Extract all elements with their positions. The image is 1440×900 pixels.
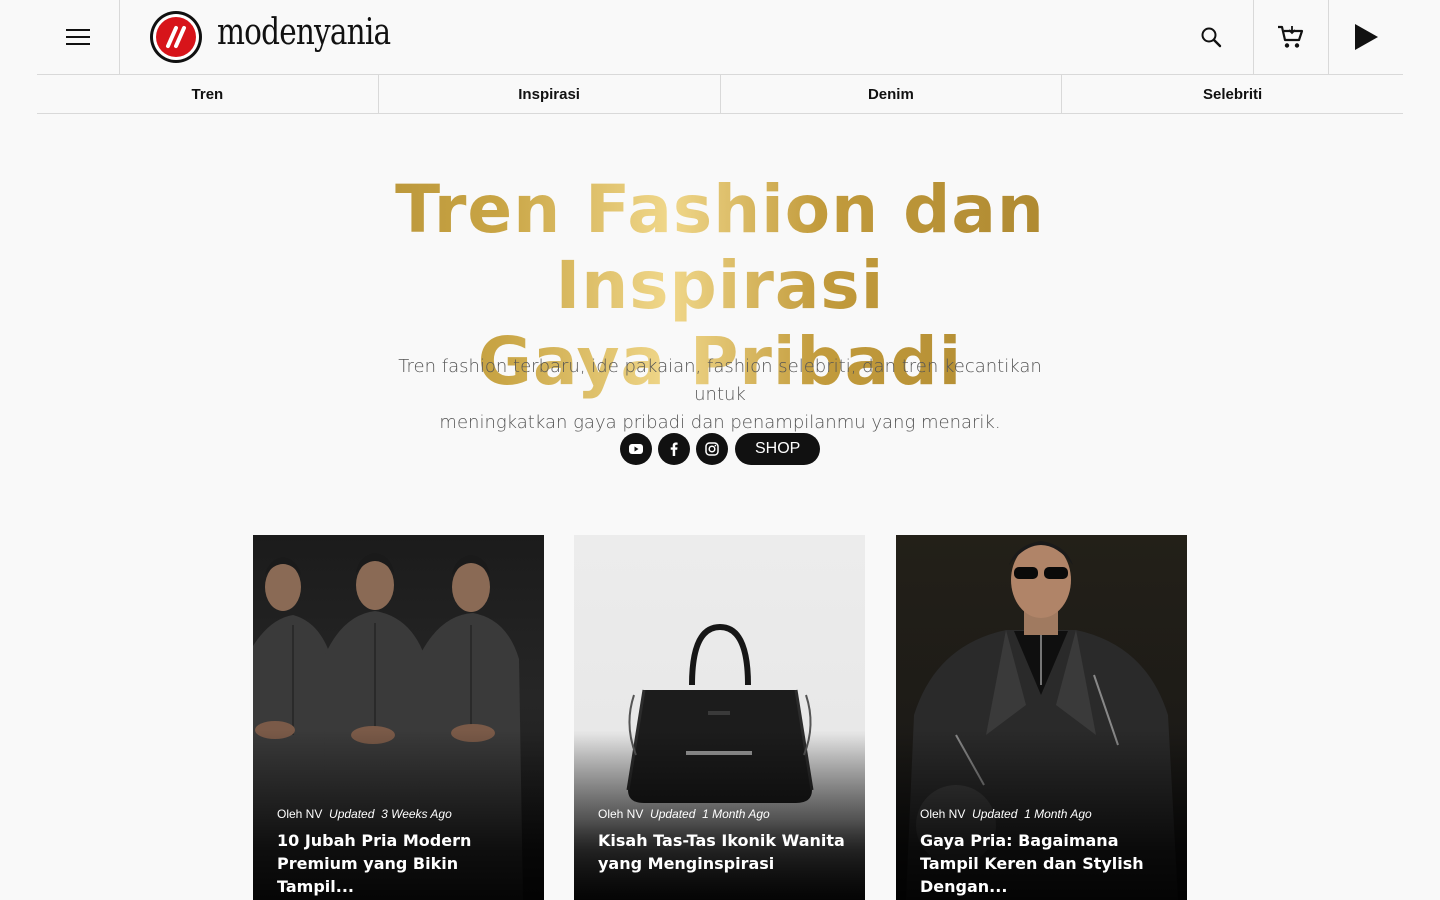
nav-item-inspirasi[interactable]: Inspirasi [379,75,721,113]
site-header: modenyania [37,0,1403,75]
article-card[interactable]: Oleh NV Updated 3 Weeks Ago 10 Jubah Pri… [253,535,544,900]
article-meta: Oleh NV Updated 1 Month Ago [920,807,1092,821]
hero-title-line1: Tren Fashion dan Inspirasi [395,171,1045,324]
nav-item-selebriti[interactable]: Selebriti [1062,75,1403,113]
menu-icon [66,29,90,45]
shop-button[interactable]: SHOP [735,433,821,465]
article-meta: Oleh NV Updated 3 Weeks Ago [277,807,452,821]
category-nav: Tren Inspirasi Denim Selebriti [37,75,1403,114]
youtube-link[interactable] [620,433,652,465]
article-title[interactable]: 10 Jubah Pria Modern Premium yang Bikin … [277,829,527,898]
facebook-link[interactable] [658,433,690,465]
search-icon [1201,27,1221,48]
article-card[interactable]: Oleh NV Updated 1 Month Ago Gaya Pria: B… [896,535,1187,900]
instagram-link[interactable] [696,433,728,465]
article-author: Oleh NV [920,807,966,821]
logo-mark-icon [150,11,202,63]
hero-subtitle: Tren fashion terbaru, ide pakaian, fashi… [370,353,1070,437]
site-logo[interactable]: modenyania [149,8,428,74]
play-icon [1355,24,1378,50]
article-age: 1 Month Ago [702,807,770,821]
article-title[interactable]: Gaya Pria: Bagaimana Tampil Keren dan St… [920,829,1170,898]
cart-icon [1278,25,1304,48]
cart-button[interactable] [1253,0,1329,74]
hero-subtitle-line1: Tren fashion terbaru, ide pakaian, fashi… [398,356,1042,405]
instagram-icon [705,442,719,456]
article-title[interactable]: Kisah Tas-Tas Ikonik Wanita yang Mengins… [598,829,848,875]
facebook-icon [670,442,678,456]
article-card[interactable]: Oleh NV Updated 1 Month Ago Kisah Tas-Ta… [574,535,865,900]
social-links: SHOP [620,433,821,465]
hero-subtitle-line2: meningkatkan gaya pribadi dan penampilan… [439,412,1001,433]
menu-button[interactable] [37,0,120,74]
logo-text: modenyania [217,12,391,53]
article-updated: Updated [329,807,375,821]
article-age: 1 Month Ago [1024,807,1092,821]
video-button[interactable] [1329,0,1403,74]
article-updated: Updated [650,807,696,821]
article-author: Oleh NV [277,807,323,821]
search-button[interactable] [1168,0,1253,74]
nav-item-denim[interactable]: Denim [721,75,1063,113]
article-updated: Updated [972,807,1018,821]
article-meta: Oleh NV Updated 1 Month Ago [598,807,770,821]
article-age: 3 Weeks Ago [381,807,452,821]
article-author: Oleh NV [598,807,644,821]
nav-item-tren[interactable]: Tren [37,75,379,113]
youtube-icon [629,444,643,454]
